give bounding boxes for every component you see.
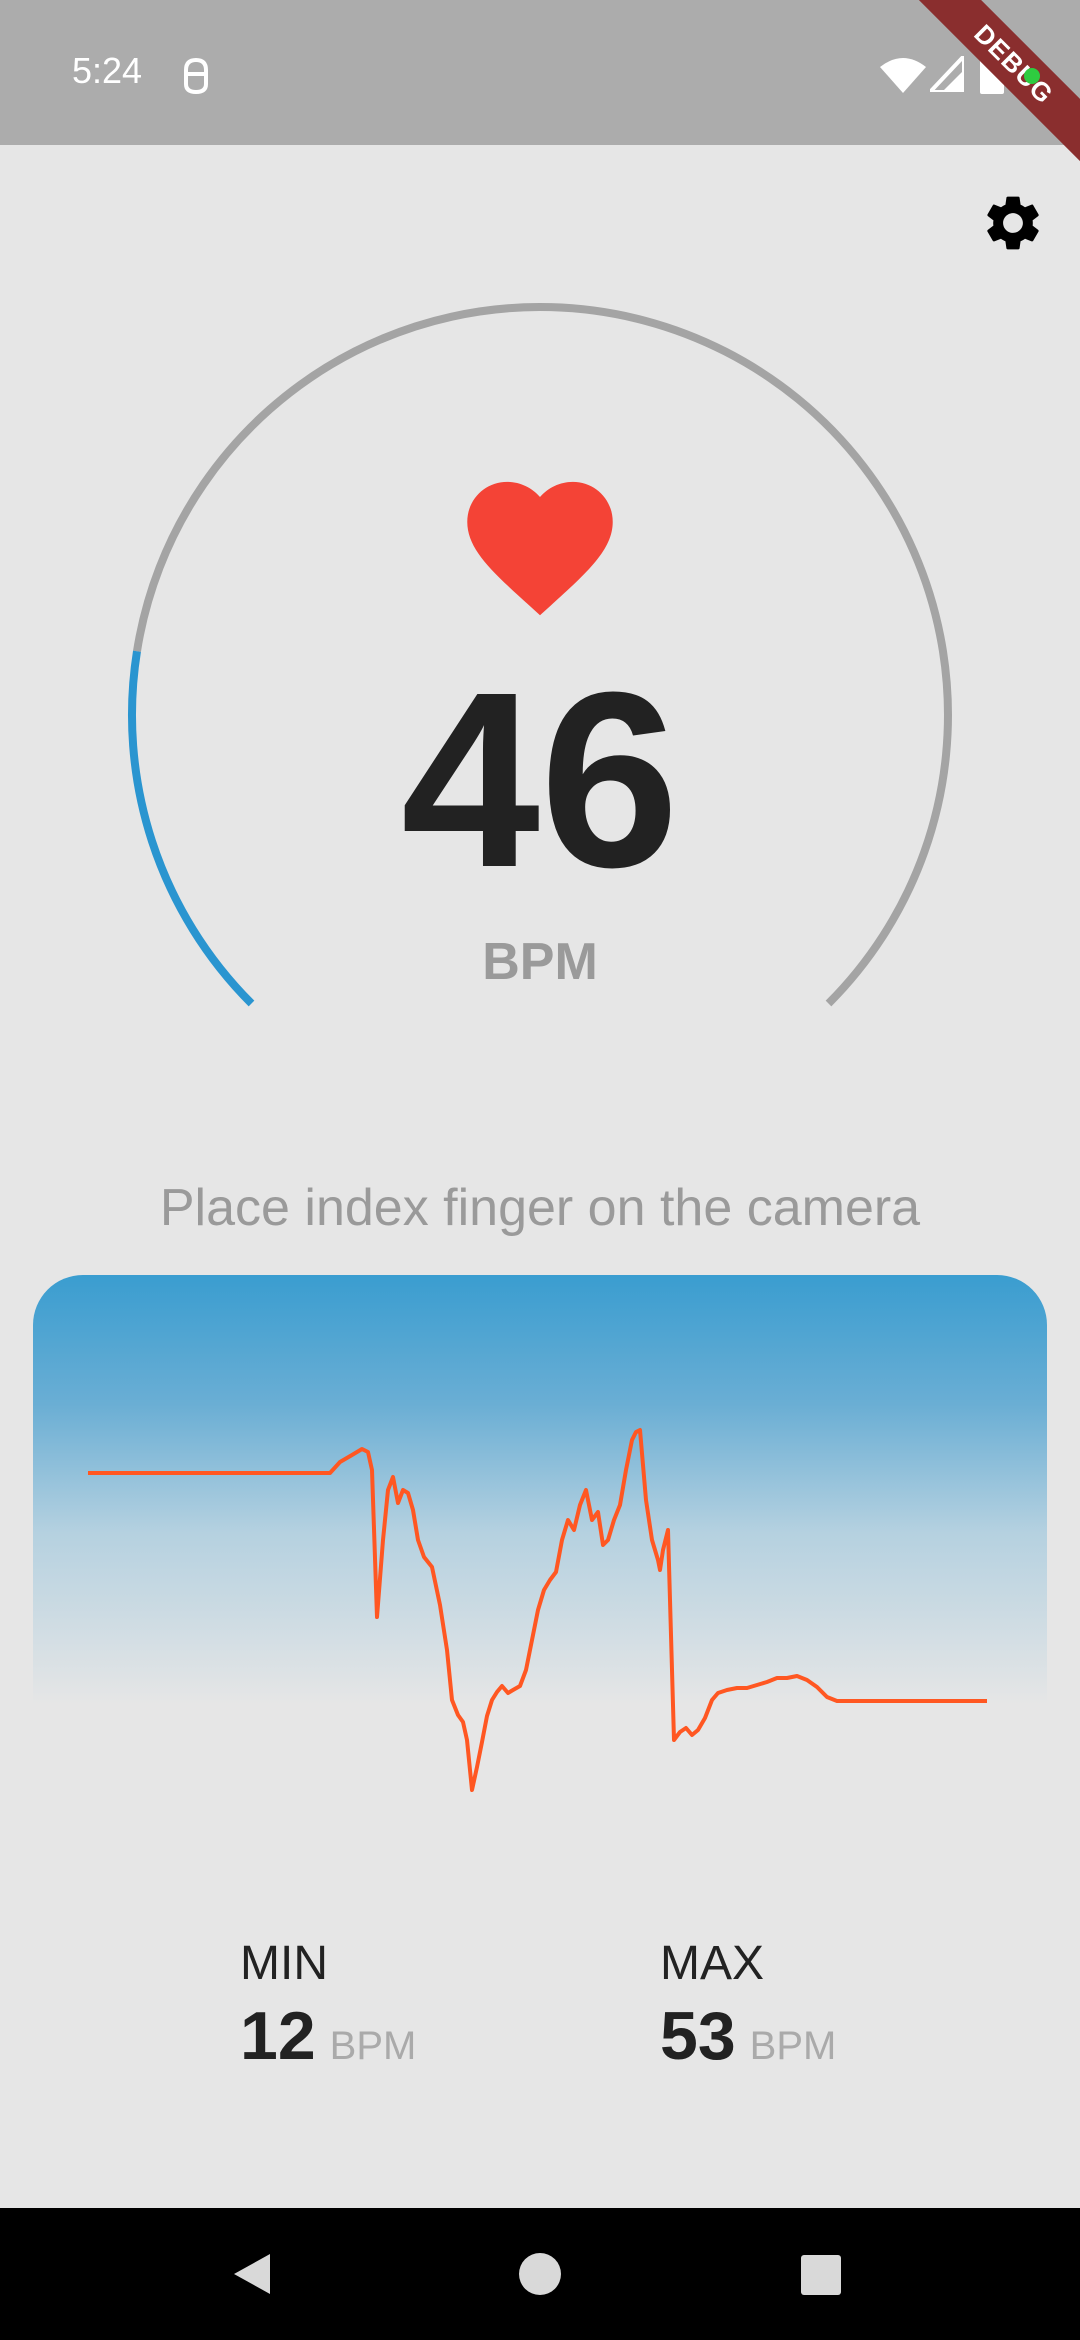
navigation-bar — [0, 2208, 1080, 2340]
max-stat: MAX 53 BPM — [660, 1937, 837, 2071]
min-label: MIN — [240, 1937, 328, 1990]
recents-icon[interactable] — [800, 2254, 842, 2296]
home-icon[interactable] — [518, 2252, 562, 2296]
back-icon[interactable] — [232, 2252, 272, 2296]
min-stat: MIN 12 BPM — [240, 1937, 417, 2071]
max-value: 53 — [660, 1998, 736, 2074]
max-unit: BPM — [749, 2024, 837, 2068]
pulse-waveform — [88, 1428, 987, 1792]
min-value: 12 — [240, 1998, 316, 2074]
max-label: MAX — [660, 1937, 765, 1990]
pulse-waveform-line — [88, 1428, 987, 1792]
min-unit: BPM — [329, 2024, 417, 2068]
